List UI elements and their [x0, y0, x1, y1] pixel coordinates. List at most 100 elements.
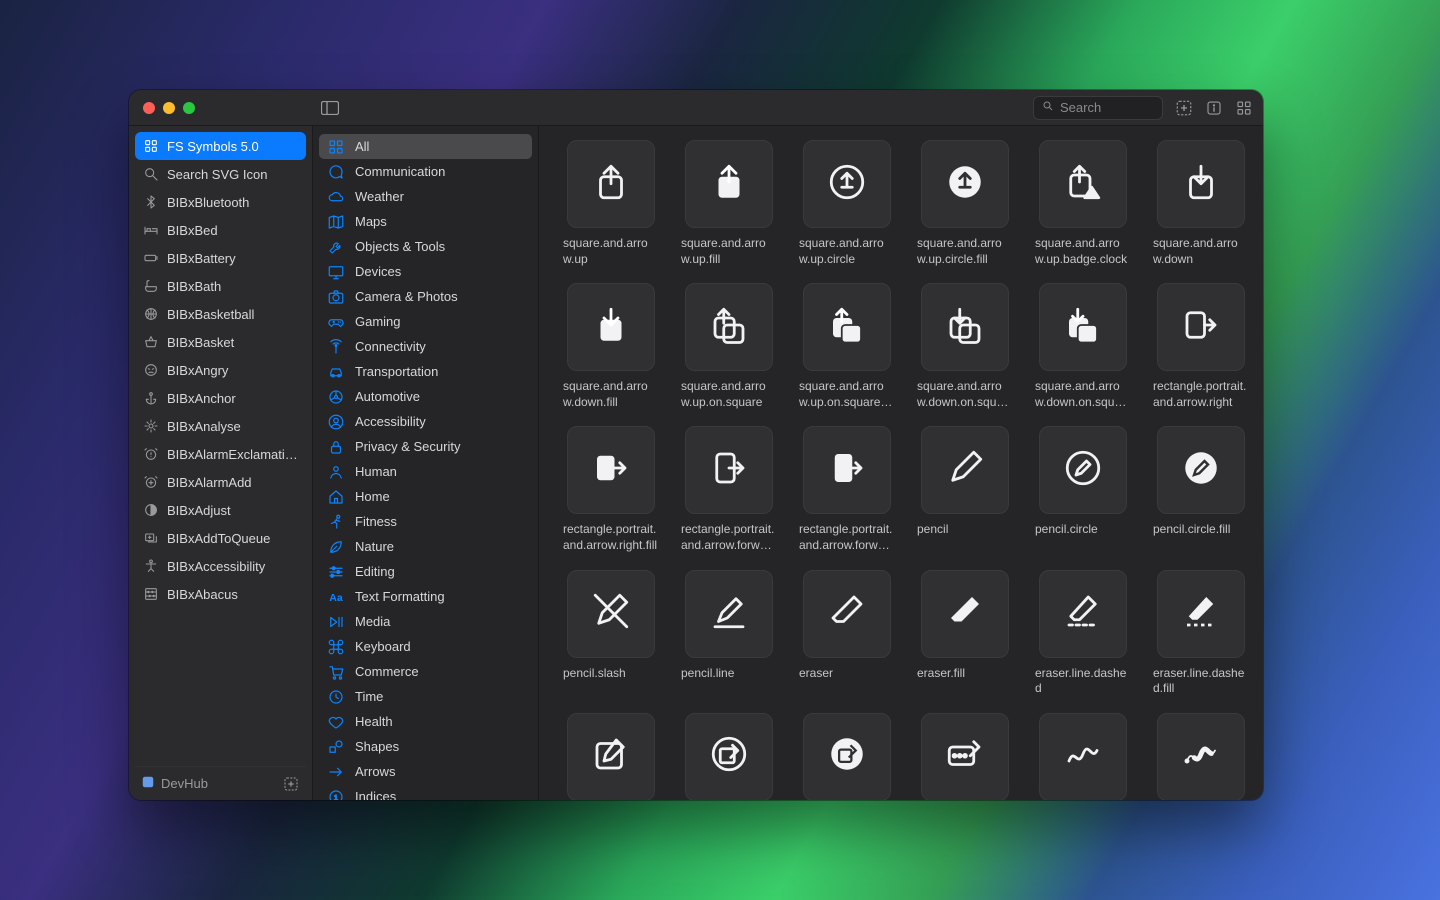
- symbol-item[interactable]: square.and.arrow.up: [561, 140, 661, 267]
- symbol-item[interactable]: square.and.arrow.up.fill: [679, 140, 779, 267]
- minimize-button[interactable]: [163, 102, 175, 114]
- symbol-item[interactable]: rectangle.portrait.and.arrow.forward.fil…: [797, 426, 897, 553]
- source-item[interactable]: BIBxBed: [135, 216, 306, 244]
- symbol-item[interactable]: !square.and.arrow.up.badge.clock: [1033, 140, 1133, 267]
- category-item[interactable]: Objects & Tools: [319, 234, 532, 259]
- basket-icon: [143, 334, 159, 350]
- source-item[interactable]: BIBxBattery: [135, 244, 306, 272]
- category-item[interactable]: Devices: [319, 259, 532, 284]
- category-item[interactable]: Automotive: [319, 384, 532, 409]
- scribble-var-icon: [1180, 733, 1222, 780]
- symbol-item[interactable]: square.and.arrow.down.on.square.fill: [1033, 283, 1133, 410]
- symbol-item[interactable]: square.and.arrow.up.circle: [797, 140, 897, 267]
- source-item[interactable]: BIBxAlarmAdd: [135, 468, 306, 496]
- symbol-tile: [685, 283, 773, 371]
- info-button[interactable]: [1205, 99, 1223, 117]
- category-item[interactable]: Time: [319, 684, 532, 709]
- category-item[interactable]: All: [319, 134, 532, 159]
- source-item[interactable]: BIBxAddToQueue: [135, 524, 306, 552]
- category-item[interactable]: Privacy & Security: [319, 434, 532, 459]
- symbol-item[interactable]: square.and.arrow.down: [1151, 140, 1251, 267]
- svg-text:!: !: [1090, 188, 1092, 198]
- category-item[interactable]: Fitness: [319, 509, 532, 534]
- symbol-item[interactable]: pencil.slash: [561, 570, 661, 697]
- category-item[interactable]: Maps: [319, 209, 532, 234]
- category-item[interactable]: Home: [319, 484, 532, 509]
- search-icon: [1042, 99, 1054, 117]
- symbol-item[interactable]: square.and.pencil.circle.fill: [797, 713, 897, 800]
- symbol-item[interactable]: square.and.arrow.down.fill: [561, 283, 661, 410]
- category-item[interactable]: Accessibility: [319, 409, 532, 434]
- source-item[interactable]: BIBxAngry: [135, 356, 306, 384]
- category-item[interactable]: Camera & Photos: [319, 284, 532, 309]
- symbol-item[interactable]: rectangle.portrait.and.arrow.right: [1151, 283, 1251, 410]
- symbol-tile: [803, 713, 891, 800]
- symbol-item[interactable]: pencil.circle.fill: [1151, 426, 1251, 553]
- category-item[interactable]: Transportation: [319, 359, 532, 384]
- source-item[interactable]: BIBxBasket: [135, 328, 306, 356]
- symbol-item[interactable]: scribble.variable: [1151, 713, 1251, 800]
- grid-view-button[interactable]: [1235, 99, 1253, 117]
- symbol-item[interactable]: eraser.fill: [915, 570, 1015, 697]
- symbol-label: pencil: [917, 522, 1013, 538]
- category-item[interactable]: Gaming: [319, 309, 532, 334]
- source-sidebar: FS Symbols 5.0Search SVG IconBIBxBluetoo…: [129, 126, 313, 800]
- source-item[interactable]: FS Symbols 5.0: [135, 132, 306, 160]
- source-item[interactable]: BIBxAdjust: [135, 496, 306, 524]
- category-item[interactable]: Keyboard: [319, 634, 532, 659]
- category-item[interactable]: AaText Formatting: [319, 584, 532, 609]
- close-button[interactable]: [143, 102, 155, 114]
- symbol-item[interactable]: rectangle.portrait.and.arrow.right.fill: [561, 426, 661, 553]
- source-item[interactable]: BIBxAnalyse: [135, 412, 306, 440]
- window-body: FS Symbols 5.0Search SVG IconBIBxBluetoo…: [129, 126, 1263, 800]
- share-icon: [590, 161, 632, 208]
- symbol-tile: [921, 570, 1009, 658]
- symbol-item[interactable]: eraser.line.dashed.fill: [1151, 570, 1251, 697]
- symbol-item[interactable]: square.and.pencil: [561, 713, 661, 800]
- source-item[interactable]: BIBxAlarmExclamati…: [135, 440, 306, 468]
- source-item[interactable]: BIBxBasketball: [135, 300, 306, 328]
- symbol-item[interactable]: rectangle.and.pencil.and.ellipsis: [915, 713, 1015, 800]
- symbol-item[interactable]: pencil: [915, 426, 1015, 553]
- zoom-button[interactable]: [183, 102, 195, 114]
- search-field[interactable]: [1033, 96, 1163, 120]
- symbol-item[interactable]: eraser: [797, 570, 897, 697]
- symbol-item[interactable]: square.and.pencil.circle: [679, 713, 779, 800]
- symbol-tile: [921, 426, 1009, 514]
- category-item[interactable]: 1Indices: [319, 784, 532, 800]
- source-item[interactable]: BIBxBath: [135, 272, 306, 300]
- symbol-item[interactable]: pencil.circle: [1033, 426, 1133, 553]
- source-item[interactable]: BIBxAnchor: [135, 384, 306, 412]
- category-item[interactable]: Editing: [319, 559, 532, 584]
- symbol-item[interactable]: eraser.line.dashed: [1033, 570, 1133, 697]
- source-item[interactable]: Search SVG Icon: [135, 160, 306, 188]
- bath-icon: [143, 278, 159, 294]
- category-item[interactable]: Connectivity: [319, 334, 532, 359]
- source-item[interactable]: BIBxBluetooth: [135, 188, 306, 216]
- category-item[interactable]: Communication: [319, 159, 532, 184]
- category-item[interactable]: Media: [319, 609, 532, 634]
- category-item[interactable]: Nature: [319, 534, 532, 559]
- symbol-item[interactable]: pencil.line: [679, 570, 779, 697]
- symbol-item[interactable]: rectangle.portrait.and.arrow.forward: [679, 426, 779, 553]
- symbol-item[interactable]: square.and.arrow.up.on.square.fill: [797, 283, 897, 410]
- square-pencil-circle-icon: [708, 733, 750, 780]
- category-item[interactable]: Health: [319, 709, 532, 734]
- toggle-sidebar-button[interactable]: [313, 101, 347, 115]
- category-item[interactable]: Arrows: [319, 759, 532, 784]
- source-item[interactable]: BIBxAbacus: [135, 580, 306, 608]
- category-item[interactable]: Weather: [319, 184, 532, 209]
- category-item[interactable]: Commerce: [319, 659, 532, 684]
- source-item[interactable]: BIBxAccessibility: [135, 552, 306, 580]
- add-button[interactable]: [1175, 99, 1193, 117]
- symbol-item[interactable]: square.and.arrow.up.circle.fill: [915, 140, 1015, 267]
- symbol-item[interactable]: scribble: [1033, 713, 1133, 800]
- category-item[interactable]: Human: [319, 459, 532, 484]
- symbol-tile: [921, 140, 1009, 228]
- symbol-item[interactable]: square.and.arrow.down.on.square: [915, 283, 1015, 410]
- category-item[interactable]: Shapes: [319, 734, 532, 759]
- source-item-label: BIBxAlarmExclamati…: [167, 447, 298, 462]
- symbol-item[interactable]: square.and.arrow.up.on.square: [679, 283, 779, 410]
- category-item-label: Arrows: [355, 764, 395, 779]
- add-source-button[interactable]: [282, 775, 300, 793]
